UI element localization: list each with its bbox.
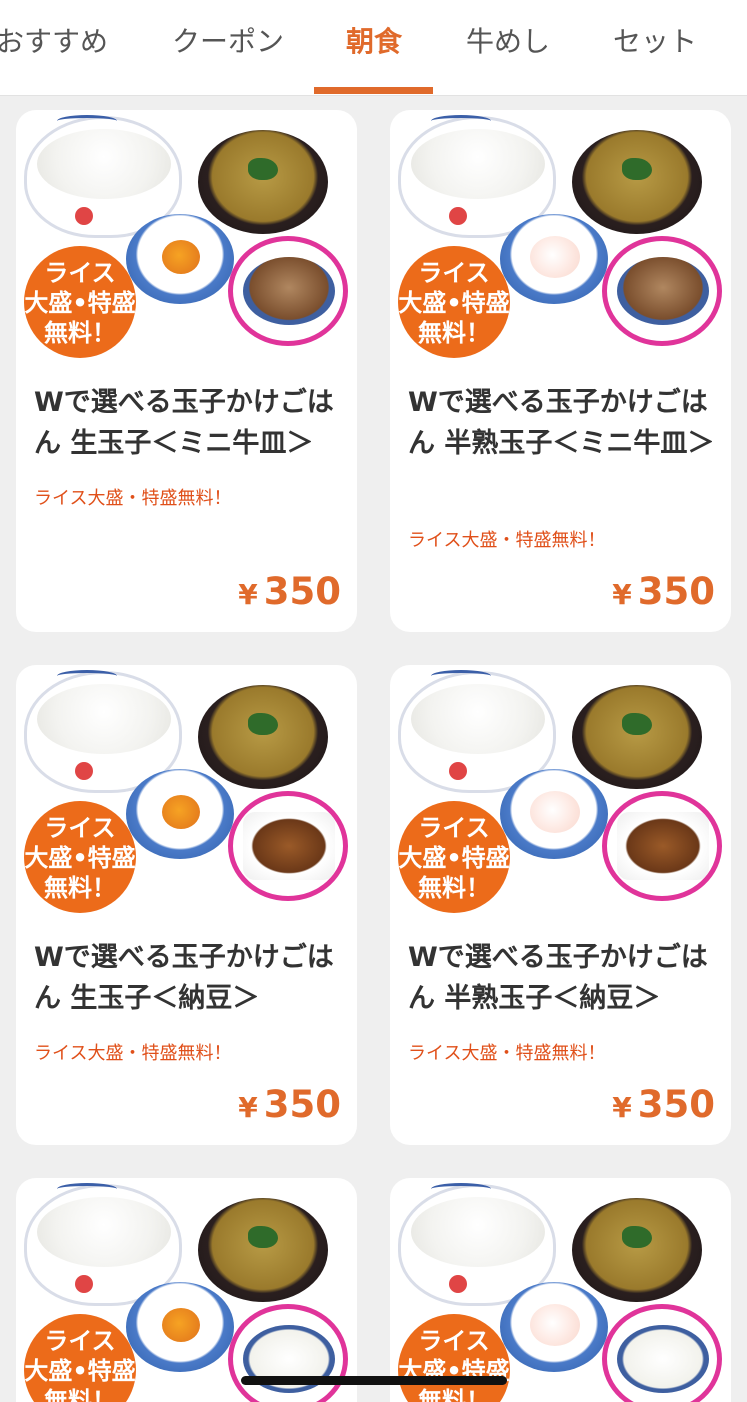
product-title: Wで選べる玉子かけごはん 生玉子＜ミニ牛皿＞ [34, 387, 334, 459]
product-card[interactable]: ライス 大盛•特盛 無料！ [390, 1178, 731, 1402]
soft-boiled-egg-image [500, 769, 608, 859]
promo-text: ライス大盛・特盛無料！ [408, 1043, 606, 1064]
product-price: ¥350 [238, 570, 341, 613]
miso-soup-image [572, 1198, 702, 1302]
product-card[interactable]: ライス 大盛•特盛 無料！ [16, 1178, 357, 1402]
category-tab-bar: おすすめ クーポン 朝食 牛めし セット [0, 0, 747, 96]
miso-soup-image [572, 685, 702, 789]
soft-boiled-egg-image [500, 1282, 608, 1372]
product-title: Wで選べる玉子かけごはん 生玉子＜納豆＞ [34, 942, 334, 1014]
miso-soup-image [198, 1198, 328, 1302]
tab-breakfast[interactable]: 朝食 [346, 22, 402, 62]
product-image: ライス 大盛•特盛 無料！ [16, 1178, 357, 1402]
tab-gyumeshi[interactable]: 牛めし [466, 22, 550, 62]
product-card[interactable]: ライス 大盛•特盛 無料！ Wで選べる玉子かけごはん 半熟玉子＜納豆＞ ライス大盛・… [390, 665, 731, 1145]
soft-boiled-egg-image [500, 214, 608, 304]
promo-text: ライス大盛・特盛無料！ [34, 488, 232, 509]
product-card[interactable]: ライス 大盛•特盛 無料！ Wで選べる玉子かけごはん 半熟玉子＜ミニ牛皿＞ ライス大… [390, 110, 731, 632]
product-price: ¥350 [238, 1083, 341, 1126]
tofu-image [228, 1304, 348, 1402]
product-image: ライス 大盛•特盛 無料！ [16, 110, 357, 370]
raw-egg-image [126, 1282, 234, 1372]
miso-soup-image [198, 685, 328, 789]
price-value: 350 [263, 570, 341, 613]
price-value: 350 [637, 1083, 715, 1126]
active-tab-indicator [314, 87, 433, 94]
raw-egg-image [126, 769, 234, 859]
tab-coupon[interactable]: クーポン [172, 22, 284, 62]
product-price: ¥350 [612, 1083, 715, 1126]
currency-symbol: ¥ [238, 1091, 258, 1124]
price-value: 350 [637, 570, 715, 613]
home-indicator[interactable] [241, 1376, 507, 1385]
currency-symbol: ¥ [612, 578, 632, 611]
natto-image [228, 791, 348, 901]
product-image: ライス 大盛•特盛 無料！ [390, 665, 731, 925]
product-card[interactable]: ライス 大盛•特盛 無料！ Wで選べる玉子かけごはん 生玉子＜ミニ牛皿＞ ライス大盛… [16, 110, 357, 632]
product-title: Wで選べる玉子かけごはん 半熟玉子＜ミニ牛皿＞ [408, 387, 715, 459]
tab-set[interactable]: セット [613, 22, 697, 62]
free-upsize-badge: ライス 大盛•特盛 無料！ [24, 246, 136, 358]
promo-text: ライス大盛・特盛無料！ [408, 530, 606, 551]
miso-soup-image [198, 130, 328, 234]
product-card[interactable]: ライス 大盛•特盛 無料！ Wで選べる玉子かけごはん 生玉子＜納豆＞ ライス大盛・特… [16, 665, 357, 1145]
free-upsize-badge: ライス 大盛•特盛 無料！ [398, 1314, 510, 1402]
product-image: ライス 大盛•特盛 無料！ [16, 665, 357, 925]
tofu-image [602, 1304, 722, 1402]
mini-beef-plate-image [228, 236, 348, 346]
free-upsize-badge: ライス 大盛•特盛 無料！ [24, 801, 136, 913]
tab-recommended[interactable]: おすすめ [0, 22, 108, 62]
promo-text: ライス大盛・特盛無料！ [34, 1043, 232, 1064]
product-image: ライス 大盛•特盛 無料！ [390, 110, 731, 370]
natto-image [602, 791, 722, 901]
free-upsize-badge: ライス 大盛•特盛 無料！ [24, 1314, 136, 1402]
miso-soup-image [572, 130, 702, 234]
price-value: 350 [263, 1083, 341, 1126]
currency-symbol: ¥ [612, 1091, 632, 1124]
raw-egg-image [126, 214, 234, 304]
free-upsize-badge: ライス 大盛•特盛 無料！ [398, 801, 510, 913]
free-upsize-badge: ライス 大盛•特盛 無料！ [398, 246, 510, 358]
mini-beef-plate-image [602, 236, 722, 346]
product-title: Wで選べる玉子かけごはん 半熟玉子＜納豆＞ [408, 942, 708, 1014]
product-image: ライス 大盛•特盛 無料！ [390, 1178, 731, 1402]
currency-symbol: ¥ [238, 578, 258, 611]
product-price: ¥350 [612, 570, 715, 613]
